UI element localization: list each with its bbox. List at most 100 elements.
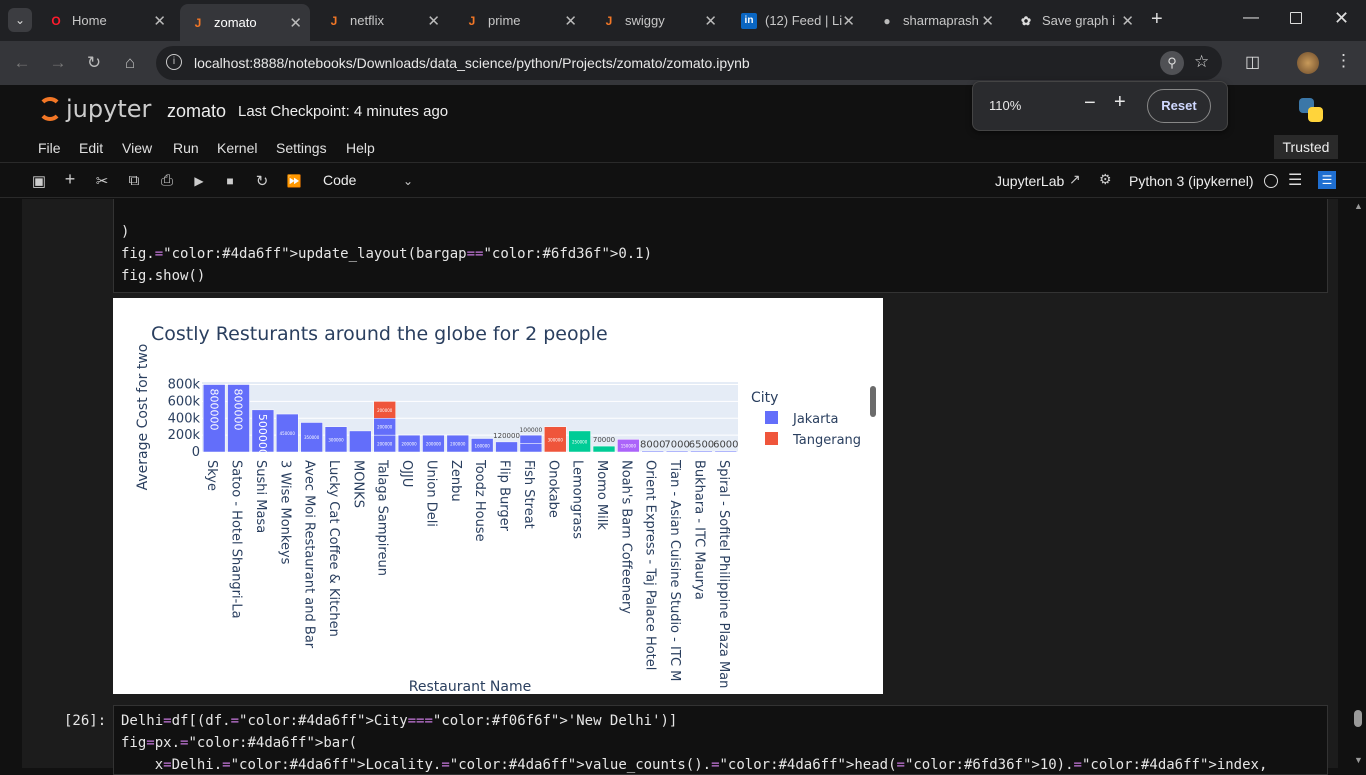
tab-2[interactable]: Jnetflix ✕ xyxy=(316,6,448,35)
bar[interactable] xyxy=(714,450,738,453)
cell-type-select[interactable]: Code ⌄ xyxy=(323,172,415,192)
tab-7[interactable]: ✿ Save graph i ✕ xyxy=(1008,6,1142,35)
paste-icon[interactable]: ⎙ xyxy=(158,172,176,189)
scroll-thumb[interactable] xyxy=(1354,710,1362,727)
tab-5[interactable]: in (12) Feed | Li ✕ xyxy=(731,6,863,35)
close-tab-icon[interactable]: ✕ xyxy=(427,12,440,30)
legend-swatch-tangerang[interactable] xyxy=(765,432,778,445)
x-tick-label: Fish Streat xyxy=(521,460,536,529)
close-tab-icon[interactable]: ✕ xyxy=(153,12,166,30)
tab-6[interactable]: ● sharmaprash ✕ xyxy=(869,6,1002,35)
url-field[interactable]: i localhost:8888/notebooks/Downloads/dat… xyxy=(156,46,1222,80)
trusted-indicator[interactable]: Trusted xyxy=(1274,135,1338,159)
bar[interactable] xyxy=(349,430,372,453)
zoom-icon[interactable]: ⚲ xyxy=(1160,51,1184,75)
linkedin-icon: in xyxy=(741,12,757,29)
menu-kernel[interactable]: Kernel xyxy=(217,140,257,156)
plot-scroll-thumb[interactable] xyxy=(870,386,876,417)
new-tab-button[interactable]: + xyxy=(1151,8,1163,31)
menu-file[interactable]: File xyxy=(38,140,61,156)
menu-edit[interactable]: Edit xyxy=(79,140,103,156)
jupyter-logo-text: jupyter xyxy=(66,95,152,123)
scroll-down-icon[interactable]: ▼ xyxy=(1354,755,1363,765)
scroll-up-icon[interactable]: ▲ xyxy=(1354,201,1363,211)
legend-swatch-jakarta[interactable] xyxy=(765,411,778,424)
debugger-icon[interactable]: ⚙ xyxy=(1099,171,1112,188)
close-tab-icon[interactable]: ✕ xyxy=(842,12,855,30)
browser-menu-icon[interactable]: ⋮ xyxy=(1335,51,1352,71)
x-tick-label: Zenbu xyxy=(448,460,463,502)
bar-value-label: 450000 xyxy=(280,431,296,436)
tab-4[interactable]: Jswiggy ✕ xyxy=(591,6,725,35)
bar[interactable] xyxy=(641,450,664,453)
bar[interactable] xyxy=(592,445,616,453)
y-tick-label: 200k xyxy=(168,428,201,443)
run-icon[interactable]: ▶ xyxy=(190,174,208,188)
cut-icon[interactable]: ✂ xyxy=(93,172,111,190)
bar[interactable] xyxy=(495,441,518,453)
site-info-icon[interactable]: i xyxy=(166,54,182,70)
menu-view[interactable]: View xyxy=(122,140,152,156)
tab-3[interactable]: Jprime ✕ xyxy=(454,6,585,35)
tab-search-button[interactable]: ⌄ xyxy=(8,8,32,32)
close-tab-icon[interactable]: ✕ xyxy=(981,12,994,30)
forward-icon[interactable]: → xyxy=(48,53,68,73)
bar-value-label: 350000 xyxy=(304,435,320,440)
bar-value-label: 100000 xyxy=(519,427,542,434)
opera-icon: O xyxy=(51,13,61,28)
code-line: x=Delhi.="color:#4da6ff">Locality.="colo… xyxy=(121,757,1268,773)
jupyter-file-icon: J xyxy=(330,13,338,28)
back-icon[interactable]: ← xyxy=(12,53,32,73)
restore-button[interactable] xyxy=(1290,12,1302,24)
bookmark-star-icon[interactable]: ☆ xyxy=(1194,52,1209,72)
menu-run[interactable]: Run xyxy=(173,140,199,156)
jupyter-logo[interactable]: jupyter xyxy=(36,93,156,125)
zoom-in-button[interactable]: + xyxy=(1114,91,1126,114)
x-tick-label: Satoo - Hotel Shangri-La xyxy=(229,460,244,619)
property-inspector-icon[interactable]: ☰ xyxy=(1318,171,1336,189)
extensions-icon[interactable]: ◫ xyxy=(1245,52,1260,72)
code-cell-previous[interactable]: ) fig.="color:#4da6ff">update_layout(bar… xyxy=(113,199,1328,293)
tab-0[interactable]: O Home ✕ xyxy=(38,6,174,35)
bar-chart[interactable]: 800k600k 400k 200k 0 800000 Skye 800000 Satoo -… xyxy=(113,298,883,694)
code-cell-26[interactable]: Delhi=df[(df.="color:#4da6ff">City==="co… xyxy=(113,705,1328,775)
restart-icon[interactable]: ↻ xyxy=(253,172,271,190)
external-link-icon[interactable]: ↗ xyxy=(1069,171,1081,188)
plot-output[interactable]: 800k 600k 400k 200k 0 800000 Skye 800000 Satoo -… xyxy=(113,298,883,694)
home-icon[interactable]: ⌂ xyxy=(120,53,140,73)
menu-settings[interactable]: Settings xyxy=(276,140,327,156)
menu-help[interactable]: Help xyxy=(346,140,375,156)
list-icon[interactable]: ☰ xyxy=(1288,170,1302,190)
zoom-level: 110% xyxy=(989,98,1022,113)
add-cell-icon[interactable]: + xyxy=(61,169,79,190)
close-window-button[interactable]: ✕ xyxy=(1334,8,1349,29)
bar[interactable] xyxy=(519,443,543,453)
close-tab-icon[interactable]: ✕ xyxy=(704,12,717,30)
restart-run-all-icon[interactable]: ⏩ xyxy=(285,174,303,188)
stop-icon[interactable]: ■ xyxy=(221,174,239,188)
zoom-out-button[interactable]: − xyxy=(1084,92,1096,115)
zoom-reset-button[interactable]: Reset xyxy=(1147,89,1211,123)
page-scrollbar[interactable]: ▲ ▼ xyxy=(1350,199,1366,768)
bar-value-label: 200000 xyxy=(377,408,393,413)
bar[interactable] xyxy=(519,434,543,444)
bar-value-label: 200000 xyxy=(377,442,393,447)
tab-1[interactable]: Jzomato ✕ xyxy=(180,4,310,41)
bar[interactable] xyxy=(665,450,689,453)
kernel-name[interactable]: Python 3 (ipykernel) xyxy=(1129,173,1254,189)
close-tab-icon[interactable]: ✕ xyxy=(564,12,577,30)
y-tick-label: 400k xyxy=(168,411,201,426)
minimize-button[interactable]: — xyxy=(1243,9,1259,27)
notebook-title[interactable]: zomato xyxy=(167,101,226,122)
x-tick-label: Onokabe xyxy=(545,460,560,518)
save-icon[interactable]: ▣ xyxy=(30,172,48,190)
tab-label: swiggy xyxy=(625,13,665,28)
close-tab-icon[interactable]: ✕ xyxy=(1121,12,1134,30)
profile-avatar[interactable] xyxy=(1297,52,1319,74)
copy-icon[interactable]: ⧉ xyxy=(125,172,143,189)
reload-icon[interactable]: ↻ xyxy=(84,53,104,73)
jupyterlab-link[interactable]: JupyterLab xyxy=(995,173,1064,189)
tab-label: sharmaprash xyxy=(903,13,979,28)
close-tab-icon[interactable]: ✕ xyxy=(289,14,302,32)
bar[interactable] xyxy=(690,450,713,453)
